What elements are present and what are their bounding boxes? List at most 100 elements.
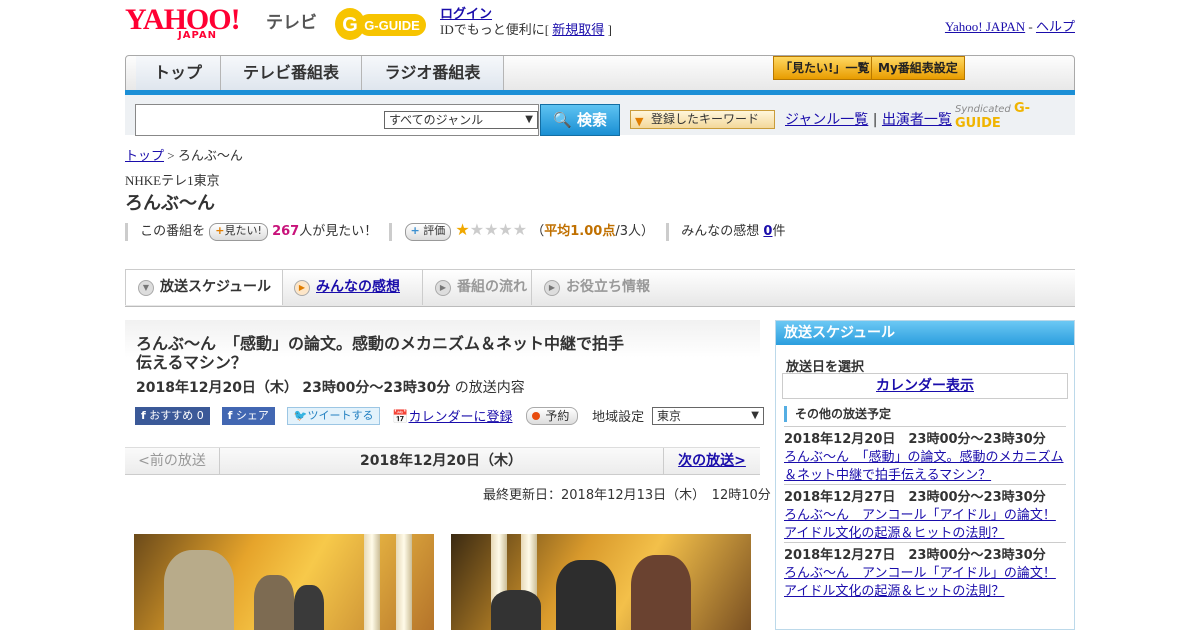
- search-button[interactable]: 🔍 検索: [540, 104, 620, 136]
- breadcrumb: トップ > ろんぶ～ん: [125, 145, 243, 164]
- nav-tab-radio[interactable]: ラジオ番組表: [362, 56, 504, 90]
- tab-info[interactable]: ▶ お役立ち情報: [532, 270, 682, 305]
- chevron-down-icon: ▼: [525, 114, 533, 125]
- yahoo-japan-link[interactable]: Yahoo! JAPAN: [945, 19, 1025, 34]
- pillar-shape: [396, 534, 412, 630]
- yahoo-logo-japan: JAPAN: [178, 30, 217, 41]
- chevron-down-icon: ▼: [751, 409, 759, 421]
- share-row: f おすすめ 0 f シェア 🐦ツイートする 📅カレンダーに登録 予約 地域設定…: [135, 406, 764, 426]
- play-icon: ▶: [294, 280, 310, 296]
- reserve-label: 予約: [545, 408, 570, 423]
- nav-tab-top[interactable]: トップ: [136, 56, 221, 90]
- next-broadcast-link[interactable]: 次の放送>: [663, 448, 760, 475]
- tab-schedule[interactable]: ▼ 放送スケジュール: [125, 270, 283, 305]
- login-prefix: IDでもっと便利に[: [440, 22, 550, 37]
- mitai-button-label: 見たい!: [224, 223, 262, 237]
- list-item: 2018年12月20日 23時00分～23時30分 ろんぶ～ん 「感動」の論文。…: [784, 426, 1066, 484]
- search-icon: 🔍: [553, 111, 572, 129]
- calendar-icon: 📅: [392, 410, 409, 425]
- tab-label: 番組の流れ: [457, 279, 527, 295]
- signup-link[interactable]: 新規取得: [552, 22, 604, 37]
- keyword-button-label: 登録したキーワード: [651, 112, 760, 126]
- breadcrumb-sep: >: [167, 148, 175, 163]
- meta-divider: [666, 222, 670, 241]
- person-shape: [556, 560, 616, 630]
- schedule-title-link[interactable]: ろんぶ～ん アンコール「アイドル」の論文！アイドル文化の起源＆ヒットの法則？: [784, 565, 1066, 601]
- tab-label: みんなの感想: [316, 279, 400, 295]
- search-button-label: 検索: [576, 111, 607, 129]
- my-bangumi-button[interactable]: My番組表設定: [871, 56, 965, 80]
- calendar-register[interactable]: 📅カレンダーに登録: [392, 410, 512, 425]
- avg-rating: 平均1.00点: [544, 224, 616, 239]
- plus-icon: +: [410, 223, 420, 237]
- meta-divider: [125, 222, 128, 241]
- tab-label: 放送スケジュール: [160, 279, 272, 295]
- statue-shape: [164, 550, 234, 630]
- facebook-recommend-button[interactable]: f おすすめ 0: [135, 406, 210, 425]
- comments-suffix: 件: [772, 224, 786, 239]
- episode-time: 23時00分～23時30分: [302, 380, 451, 396]
- content-tabs: ▼ 放送スケジュール ▶ みんなの感想 ▶ 番組の流れ ▶ お役立ち情報: [125, 269, 1075, 307]
- program-meta: この番組を +見たい! 267人が見たい！ + 評価 ★★★★★ （平均1.00…: [125, 220, 786, 241]
- plus-icon: +: [215, 223, 225, 237]
- facebook-icon: f: [141, 408, 146, 422]
- svg-text:G: G: [342, 14, 358, 36]
- schedule-date: 2018年12月20日 23時00分～23時30分: [784, 432, 1046, 447]
- tweet-button[interactable]: 🐦ツイートする: [286, 406, 381, 425]
- other-schedule-heading: その他の放送予定: [784, 406, 891, 422]
- mitai-button[interactable]: +見たい!: [209, 222, 268, 241]
- meta-divider: [389, 222, 393, 241]
- genre-select[interactable]: すべてのジャンル ▼: [384, 111, 538, 129]
- keyword-button[interactable]: ▼ 登録したキーワード: [630, 110, 775, 129]
- calendar-register-link[interactable]: カレンダーに登録: [408, 410, 512, 425]
- mitai-count: 267: [272, 224, 300, 239]
- facebook-share-button[interactable]: f シェア: [221, 406, 275, 425]
- breadcrumb-top-link[interactable]: トップ: [125, 148, 164, 163]
- tab-comments[interactable]: ▶ みんなの感想: [282, 270, 423, 305]
- other-schedule-list: 2018年12月20日 23時00分～23時30分 ろんぶ～ん 「感動」の論文。…: [784, 426, 1066, 600]
- performer-list-link[interactable]: 出演者一覧: [882, 112, 952, 128]
- fb-recommend-label: おすすめ 0: [149, 408, 204, 422]
- episode-title: ろんぶ～ん 「感動」の論文。感動のメカニズム＆ネット中継で拍手伝えるマシン？: [136, 334, 625, 372]
- search-links: ジャンル一覧 | 出演者一覧: [785, 109, 952, 129]
- schedule-title-link[interactable]: ろんぶ～ん 「感動」の論文。感動のメカニズム＆ネット中継で拍手伝えるマシン？: [784, 449, 1066, 485]
- sidebar-heading: 放送スケジュール: [776, 321, 1074, 345]
- mitai-prefix: この番組を: [140, 224, 206, 239]
- star-empty-icon: ★: [484, 220, 499, 239]
- gguide-logo-icon[interactable]: G G-GUIDE: [334, 6, 430, 42]
- pager-date: 2018年12月20日（木）: [360, 453, 522, 469]
- login-suffix: ]: [607, 22, 612, 37]
- prev-broadcast: <前の放送: [125, 448, 220, 475]
- station-name: NHKEテレ1東京: [125, 173, 220, 188]
- program-title: ろんぶ～ん: [125, 193, 215, 214]
- genre-select-value: すべてのジャンル: [389, 113, 484, 127]
- tab-flow[interactable]: ▶ 番組の流れ: [423, 270, 532, 305]
- episode-image[interactable]: [134, 534, 434, 630]
- episode-image[interactable]: [451, 534, 751, 630]
- region-select[interactable]: 東京 ▼: [652, 406, 764, 425]
- breadcrumb-current: ろんぶ～ん: [177, 148, 243, 163]
- comments-prefix: みんなの感想: [681, 224, 760, 239]
- person-shape: [631, 555, 691, 630]
- login-link[interactable]: ログイン: [440, 6, 492, 21]
- play-icon: ▶: [544, 280, 560, 296]
- genre-list-link[interactable]: ジャンル一覧: [785, 112, 868, 128]
- gguide-text: G-GUIDE: [364, 18, 420, 33]
- reserve-button[interactable]: 予約: [526, 406, 579, 425]
- schedule-date: 2018年12月27日 23時00分～23時30分: [784, 490, 1046, 505]
- schedule-title-link[interactable]: ろんぶ～ん アンコール「アイドル」の論文！アイドル文化の起源＆ヒットの法則？: [784, 507, 1066, 543]
- nav-tab-tv[interactable]: テレビ番組表: [221, 56, 362, 90]
- star-empty-icon: ★: [512, 220, 528, 239]
- episode-datetime: 2018年12月20日（木） 23時00分～23時30分 の放送内容: [136, 377, 525, 397]
- help-link[interactable]: ヘルプ: [1036, 19, 1075, 34]
- list-item: 2018年12月27日 23時00分～23時30分 ろんぶ～ん アンコール「アイ…: [784, 484, 1066, 542]
- star-filled-icon: ★: [455, 220, 470, 239]
- calendar-display-button[interactable]: カレンダー表示: [782, 373, 1068, 399]
- main-nav: トップ テレビ番組表 ラジオ番組表 「見たい!」一覧 My番組表設定: [125, 55, 1075, 91]
- twitter-icon: 🐦: [293, 408, 308, 422]
- star-empty-icon: ★: [469, 220, 485, 239]
- tweet-label: ツイートする: [307, 408, 374, 422]
- rating-stars: ★★★★★: [455, 220, 527, 239]
- rating-button[interactable]: + 評価: [404, 222, 452, 241]
- mitai-list-button[interactable]: 「見たい!」一覧: [773, 56, 877, 80]
